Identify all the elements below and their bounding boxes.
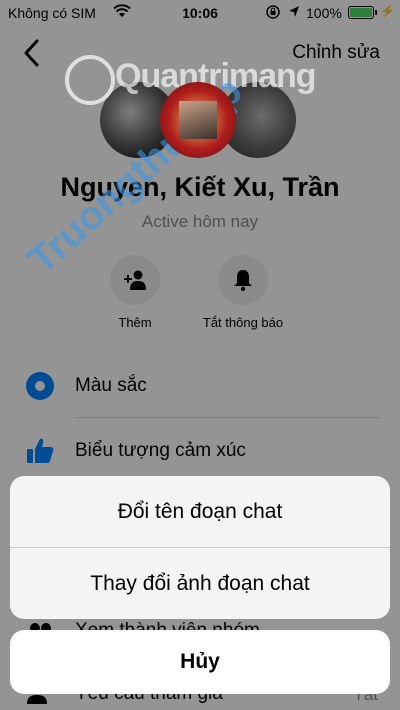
change-chat-photo-option[interactable]: Thay đổi ảnh đoạn chat <box>10 548 390 619</box>
cancel-sheet: Hủy <box>10 630 390 694</box>
avatar-photo <box>179 101 217 139</box>
member-avatar <box>160 82 236 158</box>
rename-chat-option[interactable]: Đổi tên đoạn chat <box>10 476 390 547</box>
screen: Không có SIM 10:06 100% ⚡ Chỉnh sửa Nguy… <box>0 0 400 710</box>
action-sheet: Đổi tên đoạn chat Thay đổi ảnh đoạn chat <box>10 476 390 619</box>
cancel-button[interactable]: Hủy <box>10 630 390 694</box>
